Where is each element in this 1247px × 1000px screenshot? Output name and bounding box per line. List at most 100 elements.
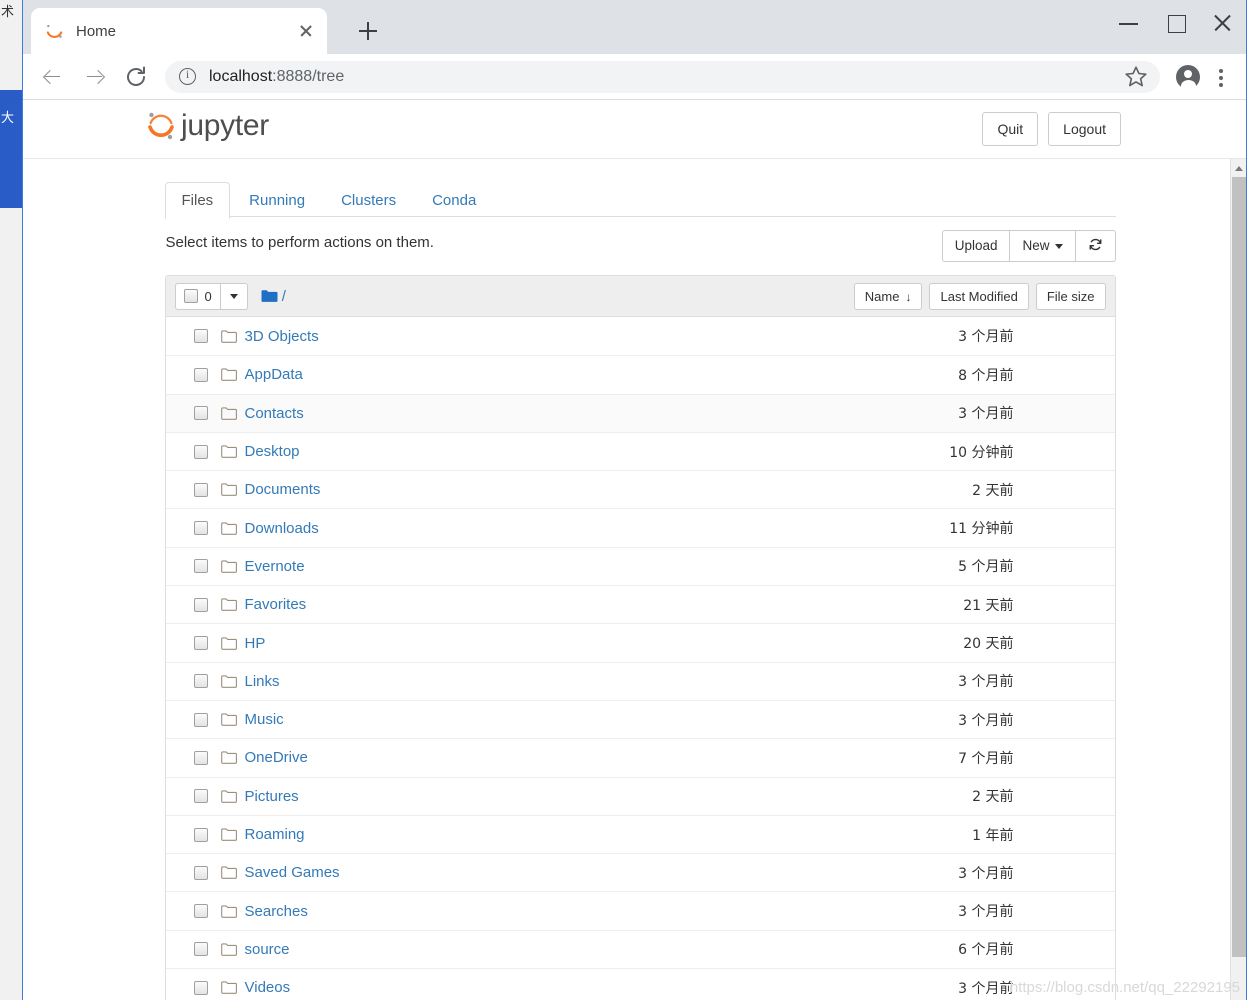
browser-tab-home[interactable]: Home: [31, 8, 327, 54]
file-name-link[interactable]: Documents: [245, 481, 321, 498]
sort-name-button[interactable]: Name ↓: [853, 283, 923, 310]
logout-button[interactable]: Logout: [1048, 112, 1121, 147]
select-all-dropdown[interactable]: [220, 282, 248, 310]
table-row[interactable]: HP 20 天前: [165, 623, 1115, 661]
tab-clusters[interactable]: Clusters: [324, 182, 413, 219]
file-modified: 2 天前: [972, 482, 1014, 499]
file-name-link[interactable]: Saved Games: [245, 864, 340, 881]
file-name-link[interactable]: Searches: [245, 903, 308, 920]
row-checkbox[interactable]: [193, 521, 208, 536]
row-checkbox[interactable]: [193, 904, 208, 919]
tab-files-label[interactable]: Files: [164, 182, 231, 219]
sort-file-size-button[interactable]: File size: [1035, 283, 1106, 310]
sort-last-modified-button[interactable]: Last Modified: [929, 283, 1029, 310]
table-row[interactable]: Contacts 3 个月前: [165, 393, 1115, 432]
file-name-link[interactable]: Evernote: [245, 558, 305, 575]
quit-button[interactable]: Quit: [982, 112, 1039, 147]
table-row[interactable]: Music 3 个月前: [165, 699, 1115, 738]
file-name-link[interactable]: OneDrive: [245, 749, 308, 766]
table-row[interactable]: Saved Games 3 个月前: [165, 853, 1115, 891]
account-avatar-icon[interactable]: [1176, 64, 1200, 92]
new-button[interactable]: New: [1009, 230, 1076, 262]
kebab-menu-icon[interactable]: [1210, 63, 1232, 91]
maximize-icon[interactable]: [1152, 0, 1199, 46]
new-tab-button[interactable]: [353, 16, 383, 46]
jupyter-page: jupyter Quit Logout Files Running Cluste…: [23, 100, 1246, 1000]
row-checkbox[interactable]: [193, 712, 208, 727]
info-circle-icon[interactable]: [179, 67, 196, 85]
file-name-link[interactable]: Links: [245, 673, 280, 690]
row-checkbox[interactable]: [193, 750, 208, 765]
row-checkbox[interactable]: [193, 329, 208, 344]
tab-running-label[interactable]: Running: [232, 182, 322, 219]
file-modified: 7 个月前: [958, 750, 1014, 767]
file-name-link[interactable]: Desktop: [245, 443, 300, 460]
file-name-link[interactable]: Downloads: [245, 520, 319, 537]
table-row[interactable]: Documents 2 天前: [165, 470, 1115, 508]
scrollbar-thumb[interactable]: [1232, 177, 1246, 957]
file-name-link[interactable]: Music: [245, 711, 284, 728]
table-row[interactable]: source 6 个月前: [165, 929, 1115, 968]
window-close-icon[interactable]: [1199, 0, 1246, 46]
row-checkbox[interactable]: [193, 980, 208, 995]
file-name-link[interactable]: Pictures: [245, 788, 299, 805]
breadcrumb-root[interactable]: /: [282, 288, 286, 305]
table-row[interactable]: Links 3 个月前: [165, 661, 1115, 700]
back-arrow-icon[interactable]: [35, 60, 69, 94]
refresh-button[interactable]: [1074, 230, 1116, 262]
tab-files[interactable]: Files: [164, 182, 231, 219]
checkbox-icon[interactable]: [183, 289, 198, 303]
tab-running[interactable]: Running: [232, 182, 322, 219]
row-checkbox[interactable]: [193, 482, 208, 497]
row-checkbox[interactable]: [193, 559, 208, 574]
row-checkbox[interactable]: [193, 597, 208, 612]
row-checkbox[interactable]: [193, 942, 208, 957]
row-checkbox[interactable]: [193, 827, 208, 842]
table-row[interactable]: Searches 3 个月前: [165, 891, 1115, 929]
table-row[interactable]: Pictures 2 天前: [165, 776, 1115, 815]
table-row[interactable]: Roaming 1 年前: [165, 814, 1115, 853]
table-row[interactable]: Downloads 11 分钟前: [165, 508, 1115, 546]
breadcrumb[interactable]: /: [261, 288, 286, 305]
select-all-checkbox[interactable]: 0: [174, 282, 221, 310]
table-row[interactable]: 3D Objects 3 个月前: [166, 317, 1115, 355]
table-row[interactable]: Favorites 21 天前: [165, 585, 1115, 623]
table-row[interactable]: OneDrive 7 个月前: [165, 738, 1115, 776]
tab-conda-label[interactable]: Conda: [415, 182, 493, 219]
screen: 术 大 Home i localhost:8888/tree jupyter Q…: [0, 0, 1247, 1000]
row-checkbox[interactable]: [193, 674, 208, 689]
file-name-link[interactable]: Favorites: [245, 596, 307, 613]
table-row[interactable]: Desktop 10 分钟前: [165, 431, 1115, 470]
table-row[interactable]: AppData 8 个月前: [165, 355, 1115, 393]
file-name-link[interactable]: HP: [245, 635, 266, 652]
reload-icon[interactable]: [119, 60, 153, 94]
file-name-link[interactable]: Contacts: [245, 405, 304, 422]
file-name-link[interactable]: Roaming: [245, 826, 305, 843]
file-name-link[interactable]: source: [245, 941, 290, 958]
sort-descending-arrow-icon: ↓: [905, 289, 912, 304]
tab-close-icon[interactable]: [295, 20, 317, 42]
page-scrollbar[interactable]: [1230, 159, 1246, 1000]
table-row[interactable]: Evernote 5 个月前: [165, 546, 1115, 585]
jupyter-logo[interactable]: jupyter: [146, 107, 269, 145]
table-row[interactable]: Videos 3 个月前: [165, 968, 1115, 1000]
row-checkbox[interactable]: [193, 367, 208, 382]
row-checkbox[interactable]: [193, 406, 208, 421]
star-icon[interactable]: [1122, 63, 1150, 91]
address-bar[interactable]: localhost:8888/tree: [165, 60, 1160, 93]
forward-arrow-icon[interactable]: [77, 60, 111, 94]
row-checkbox[interactable]: [193, 865, 208, 880]
file-name-link[interactable]: 3D Objects: [245, 328, 319, 345]
minimize-icon[interactable]: [1105, 0, 1152, 46]
row-checkbox[interactable]: [193, 444, 208, 459]
row-checkbox[interactable]: [193, 636, 208, 651]
upload-button[interactable]: Upload: [941, 230, 1011, 262]
tab-clusters-label[interactable]: Clusters: [324, 182, 413, 219]
file-name-link[interactable]: Videos: [245, 979, 291, 996]
row-checkbox[interactable]: [193, 789, 208, 804]
file-list: 0 / Name ↓ Last Modified File size 3D Ob…: [164, 275, 1116, 1000]
folder-icon: [220, 368, 237, 382]
scroll-up-arrow-icon[interactable]: [1231, 159, 1246, 176]
file-name-link[interactable]: AppData: [245, 366, 303, 383]
tab-conda[interactable]: Conda: [415, 182, 493, 219]
